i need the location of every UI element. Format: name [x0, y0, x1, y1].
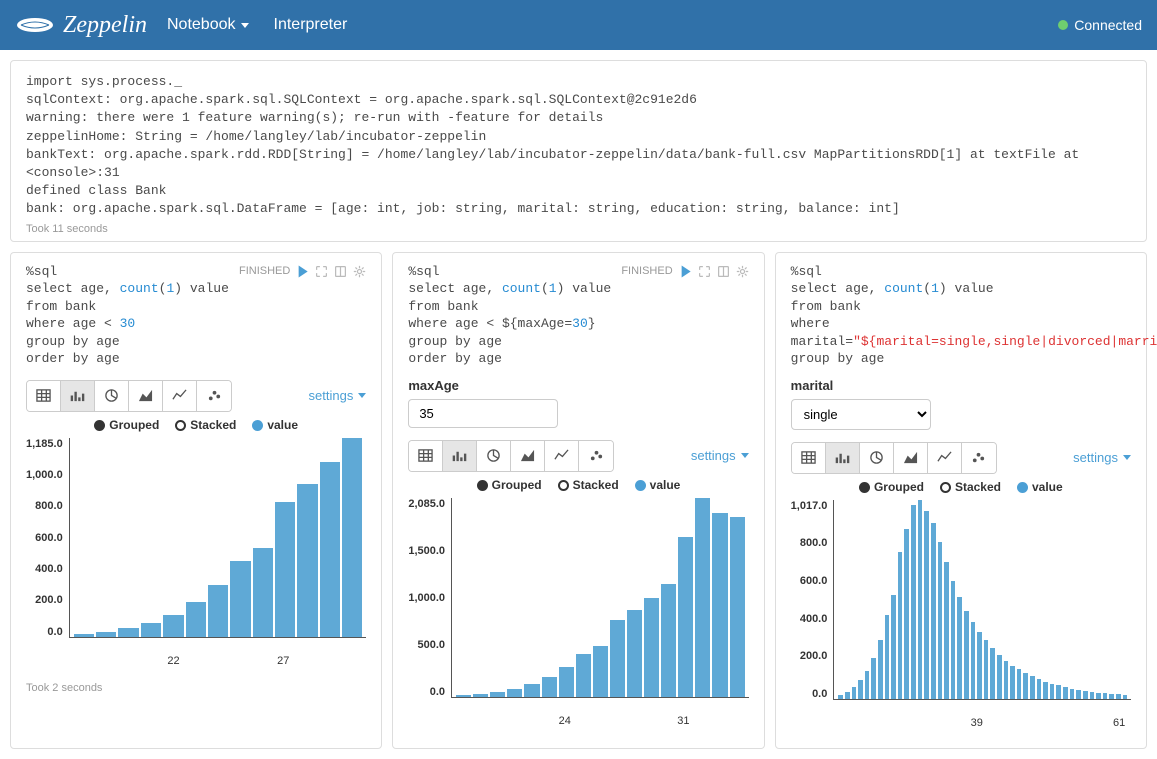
notebook-menu[interactable]: Notebook — [167, 16, 249, 34]
interpreter-link[interactable]: Interpreter — [274, 16, 348, 34]
output-cell: import sys.process._ sqlContext: org.apa… — [10, 60, 1147, 242]
zeppelin-icon — [15, 15, 55, 35]
code-editor[interactable]: %sql select age, count(1) value from ban… — [408, 263, 613, 368]
maxage-input[interactable] — [408, 399, 558, 428]
settings-link[interactable]: settings — [309, 388, 367, 403]
viz-toolbar: settings — [26, 380, 366, 412]
chevron-down-icon — [241, 23, 249, 28]
pie-chart-button[interactable] — [95, 381, 129, 411]
sql-panel-2: %sql select age, count(1) value from ban… — [392, 252, 764, 749]
execution-time: Took 11 seconds — [26, 223, 1131, 235]
line-chart-button[interactable] — [928, 443, 962, 473]
pie-chart-button[interactable] — [477, 441, 511, 471]
table-view-button[interactable] — [27, 381, 61, 411]
line-chart-button[interactable] — [163, 381, 197, 411]
scatter-chart-button[interactable] — [197, 381, 231, 411]
table-view-button[interactable] — [409, 441, 443, 471]
execution-time: Took 2 seconds — [26, 682, 366, 694]
play-icon[interactable] — [296, 265, 309, 278]
marital-select[interactable]: single — [791, 399, 931, 430]
connection-status: Connected — [1058, 17, 1142, 33]
panels-row: %sql select age, count(1) value from ban… — [0, 252, 1157, 759]
scatter-chart-button[interactable] — [962, 443, 996, 473]
code-editor[interactable]: %sql select age, count(1) value from ban… — [26, 263, 231, 368]
area-chart-button[interactable] — [894, 443, 928, 473]
output-text: import sys.process._ sqlContext: org.apa… — [26, 73, 1131, 219]
bar-chart-button[interactable] — [826, 443, 860, 473]
chart-legend: Grouped Stacked value — [408, 478, 748, 492]
bar-chart: 1,017.0800.0600.0400.0200.00.0 3961 — [791, 500, 1131, 740]
line-chart-button[interactable] — [545, 441, 579, 471]
code-editor[interactable]: %sql select age, count(1) value from ban… — [791, 263, 1157, 368]
cell-status: FINISHED — [239, 265, 366, 278]
expand-icon[interactable] — [698, 265, 711, 278]
book-icon[interactable] — [717, 265, 730, 278]
status-dot-icon — [1058, 20, 1068, 30]
scatter-chart-button[interactable] — [579, 441, 613, 471]
sql-panel-3: %sql select age, count(1) value from ban… — [775, 252, 1147, 749]
logo[interactable]: Zeppelin — [15, 12, 147, 39]
play-icon[interactable] — [679, 265, 692, 278]
bar-chart: 1,185.01,000.0800.0600.0400.0200.00.0 22… — [26, 438, 366, 678]
bar-chart: 2,085.01,500.01,000.0500.00.0 2431 — [408, 498, 748, 738]
sql-panel-1: %sql select age, count(1) value from ban… — [10, 252, 382, 749]
param-label: marital — [791, 378, 1131, 393]
table-view-button[interactable] — [792, 443, 826, 473]
pie-chart-button[interactable] — [860, 443, 894, 473]
settings-link[interactable]: settings — [1073, 450, 1131, 465]
navbar: Zeppelin Notebook Interpreter Connected — [0, 0, 1157, 50]
chart-legend: Grouped Stacked value — [26, 418, 366, 432]
expand-icon[interactable] — [315, 265, 328, 278]
book-icon[interactable] — [334, 265, 347, 278]
viz-toolbar: settings — [408, 440, 748, 472]
cell-status: FINISHED — [621, 265, 748, 278]
settings-link[interactable]: settings — [691, 448, 749, 463]
chart-legend: Grouped Stacked value — [791, 480, 1131, 494]
bar-chart-button[interactable] — [443, 441, 477, 471]
brand-text: Zeppelin — [63, 12, 147, 39]
gear-icon[interactable] — [353, 265, 366, 278]
gear-icon[interactable] — [736, 265, 749, 278]
viz-toolbar: settings — [791, 442, 1131, 474]
param-label: maxAge — [408, 378, 748, 393]
area-chart-button[interactable] — [129, 381, 163, 411]
area-chart-button[interactable] — [511, 441, 545, 471]
bar-chart-button[interactable] — [61, 381, 95, 411]
